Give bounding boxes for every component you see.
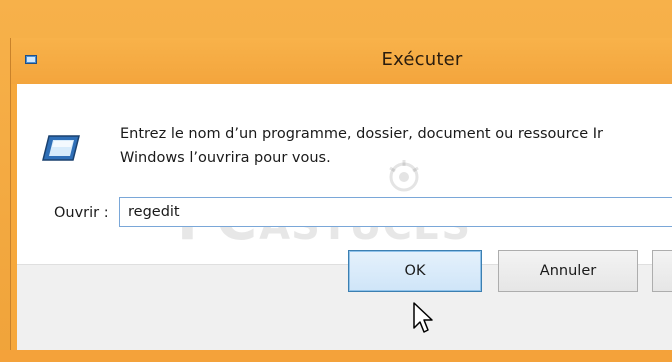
dialog-body: Entrez le nom d’un programme, dossier, d… (17, 84, 672, 362)
arrow-cursor-icon (413, 302, 433, 333)
ok-button[interactable]: OK (348, 250, 482, 292)
run-dialog: Exécuter Entrez le nom d’un programme, d… (10, 38, 672, 362)
title-bar[interactable]: Exécuter (11, 38, 672, 84)
browse-button[interactable] (652, 250, 672, 292)
window-title: Exécuter (381, 49, 463, 70)
open-input[interactable] (119, 197, 672, 227)
dialog-description: Entrez le nom d’un programme, dossier, d… (120, 122, 603, 170)
window-bottom-edge (0, 350, 672, 362)
run-icon (42, 135, 80, 161)
description-line-1: Entrez le nom d’un programme, dossier, d… (120, 126, 604, 142)
cancel-button[interactable]: Annuler (498, 250, 638, 292)
open-label: Ouvrir : (54, 205, 109, 221)
description-line-2: Windows l’ouvrira pour vous. (120, 150, 331, 166)
screen: Exécuter Entrez le nom d’un programme, d… (0, 0, 672, 362)
